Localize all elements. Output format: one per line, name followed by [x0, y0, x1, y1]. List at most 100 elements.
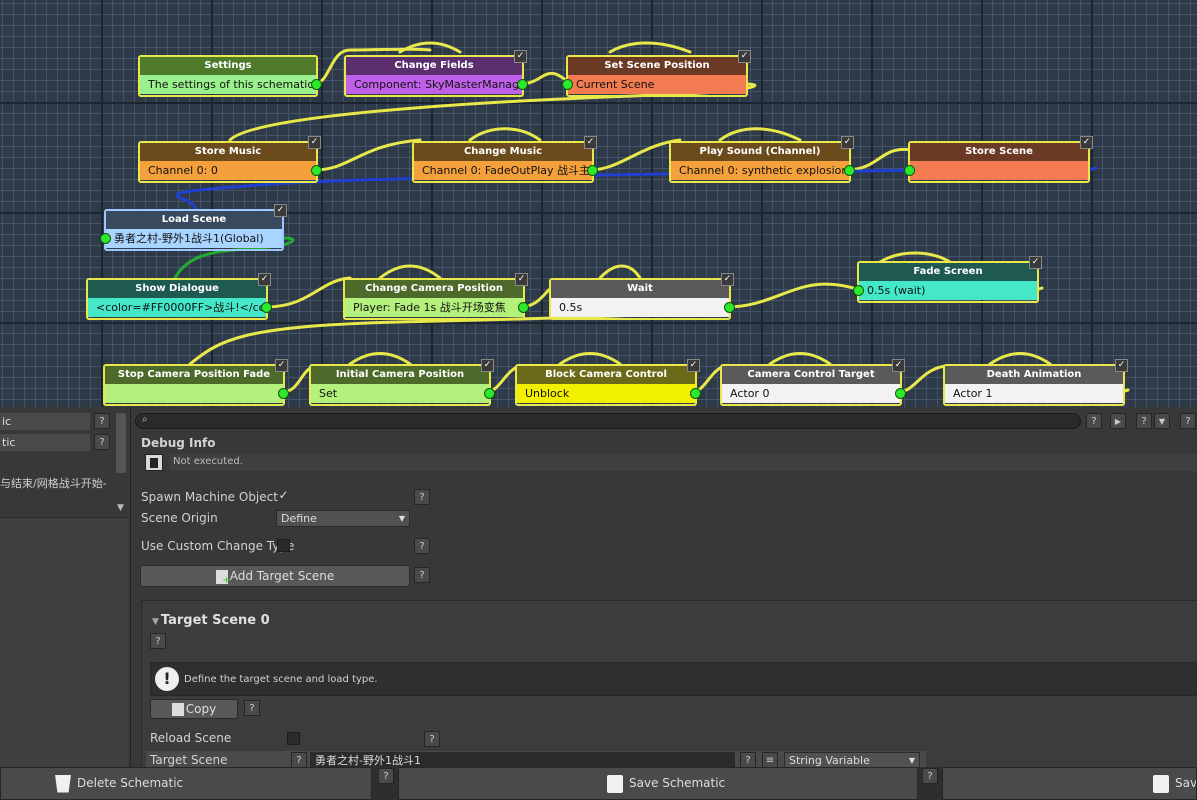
- enabled-check-icon[interactable]: ✓: [687, 359, 700, 372]
- help-button[interactable]: ?: [94, 434, 110, 450]
- scene-origin-label: Scene Origin: [141, 511, 218, 525]
- node-settings[interactable]: Settings The settings of this schematic.: [138, 55, 322, 97]
- target-scene-heading[interactable]: ▼ Target Scene 0: [152, 613, 270, 628]
- reload-scene-checkbox[interactable]: [287, 732, 300, 745]
- delete-schematic-button[interactable]: Delete Schematic: [0, 767, 372, 800]
- search-input[interactable]: ⌕: [135, 413, 1081, 429]
- node-play-sound[interactable]: Play Sound (Channel) Channel 0: synthetic…: [669, 136, 855, 183]
- list-icon[interactable]: ≡: [762, 752, 778, 768]
- node-fade-screen[interactable]: Fade Screen 0.5s (wait) ✓: [853, 256, 1042, 303]
- node-load-scene[interactable]: Load Scene 勇者之村-野外1战斗1(Global) ✓: [100, 204, 287, 251]
- wire-target-top: [768, 352, 832, 366]
- node-show-dialogue[interactable]: Show Dialogue <color=#FF0000FF>战斗!</col ✓: [86, 273, 272, 320]
- schematic-graph-canvas[interactable]: Settings The settings of this schematic. C…: [0, 0, 1197, 407]
- play-icon[interactable]: ▶: [1110, 413, 1126, 429]
- dropdown-icon[interactable]: ▼: [1154, 413, 1170, 429]
- enabled-check-icon[interactable]: ✓: [584, 136, 597, 149]
- node-store-music[interactable]: Store Music Channel 0: 0 ✓: [138, 136, 322, 183]
- help-button[interactable]: ?: [1136, 413, 1152, 429]
- enabled-check-icon[interactable]: ✓: [721, 273, 734, 286]
- node-store-scene[interactable]: Store Scene ✓: [904, 136, 1093, 183]
- enabled-check-icon[interactable]: ✓: [1115, 359, 1128, 372]
- output-port[interactable]: [311, 165, 322, 176]
- node-change-fields[interactable]: Change Fields Component: SkyMasterManag ✓: [344, 50, 528, 97]
- input-port[interactable]: [562, 79, 573, 90]
- use-custom-change-type-checkbox[interactable]: [277, 539, 290, 552]
- spawn-machine-object-checkbox[interactable]: ✓: [277, 489, 290, 503]
- enabled-check-icon[interactable]: ✓: [258, 273, 271, 286]
- enabled-check-icon[interactable]: ✓: [738, 50, 751, 63]
- enabled-check-icon[interactable]: ✓: [275, 359, 288, 372]
- help-button[interactable]: ?: [150, 633, 166, 649]
- output-port[interactable]: [517, 79, 528, 90]
- output-port[interactable]: [484, 388, 495, 399]
- node-change-music[interactable]: Change Music Channel 0: FadeOutPlay 战斗主 ✓: [412, 136, 598, 183]
- node-stop-camera-position-fade[interactable]: Stop Camera Position Fade ✓: [103, 359, 289, 406]
- node-set-scene-position[interactable]: Set Scene Position Current Scene ✓: [562, 50, 751, 97]
- chevron-down-icon[interactable]: ▼: [117, 503, 124, 513]
- output-port[interactable]: [844, 165, 855, 176]
- scene-origin-dropdown[interactable]: Define ▼: [276, 510, 410, 527]
- enabled-check-icon[interactable]: ✓: [481, 359, 494, 372]
- node-value: 勇者之村-野外1战斗1(Global): [106, 229, 282, 248]
- enabled-check-icon[interactable]: ✓: [515, 273, 528, 286]
- output-port[interactable]: [587, 165, 598, 176]
- node-title: Set Scene Position: [568, 57, 746, 75]
- enabled-check-icon[interactable]: ✓: [274, 204, 287, 217]
- status-field: Not executed.: [169, 454, 1197, 471]
- list-item[interactable]: ic: [0, 413, 90, 430]
- help-button[interactable]: ?: [1180, 413, 1196, 429]
- output-port[interactable]: [724, 302, 735, 313]
- wire-play-sound-top: [718, 127, 802, 142]
- help-button[interactable]: ?: [378, 768, 394, 784]
- help-button[interactable]: ?: [94, 413, 110, 429]
- status-text: Not executed.: [173, 456, 243, 467]
- node-value: Current Scene: [568, 75, 746, 94]
- output-port[interactable]: [311, 79, 322, 90]
- input-port[interactable]: [100, 233, 111, 244]
- help-button[interactable]: ?: [244, 700, 260, 716]
- node-initial-camera-position[interactable]: Initial Camera Position Set ✓: [309, 359, 495, 406]
- help-button[interactable]: ?: [922, 768, 938, 784]
- node-death-animation[interactable]: Death Animation Actor 1 ✓: [943, 359, 1128, 406]
- output-port[interactable]: [690, 388, 701, 399]
- help-button[interactable]: ?: [414, 489, 430, 505]
- help-button[interactable]: ?: [1086, 413, 1102, 429]
- node-title: Block Camera Control: [517, 366, 695, 384]
- list-item[interactable]: tic: [0, 434, 90, 451]
- help-button[interactable]: ?: [740, 752, 756, 768]
- output-port[interactable]: [895, 388, 906, 399]
- copy-button[interactable]: Copy: [150, 699, 238, 719]
- help-button[interactable]: ?: [414, 538, 430, 554]
- node-value: Channel 0: synthetic explosion: [671, 161, 849, 180]
- node-title: Initial Camera Position: [311, 366, 489, 384]
- output-port[interactable]: [261, 302, 272, 313]
- info-box: ! Define the target scene and load type.: [150, 662, 1197, 696]
- node-camera-control-target[interactable]: Camera Control Target Actor 0 ✓: [720, 359, 906, 406]
- output-port[interactable]: [278, 388, 289, 399]
- enabled-check-icon[interactable]: ✓: [892, 359, 905, 372]
- node-change-camera-position[interactable]: Change Camera Position Player: Fade 1s 战斗…: [343, 273, 529, 320]
- node-value: 0.5s: [551, 298, 729, 317]
- output-port[interactable]: [518, 302, 529, 313]
- enabled-check-icon[interactable]: ✓: [1029, 256, 1042, 269]
- scrollbar-thumb[interactable]: [116, 413, 126, 473]
- enabled-check-icon[interactable]: ✓: [308, 136, 321, 149]
- node-value: <color=#FF0000FF>战斗!</col: [88, 298, 266, 317]
- add-target-scene-button[interactable]: + Add Target Scene: [140, 565, 410, 587]
- input-port[interactable]: [853, 285, 864, 296]
- enabled-check-icon[interactable]: ✓: [514, 50, 527, 63]
- enabled-check-icon[interactable]: ✓: [841, 136, 854, 149]
- help-button[interactable]: ?: [424, 731, 440, 747]
- save-schematic-button[interactable]: Save Schematic: [398, 767, 918, 800]
- enabled-check-icon[interactable]: ✓: [1080, 136, 1093, 149]
- input-port[interactable]: [904, 165, 915, 176]
- help-button[interactable]: ?: [414, 567, 430, 583]
- save-schematic-button-2[interactable]: Sav: [942, 767, 1197, 800]
- chevron-down-icon: ▼: [908, 756, 915, 765]
- wire-death-top: [988, 352, 1052, 366]
- node-block-camera-control[interactable]: Block Camera Control Unblock ✓: [515, 359, 701, 406]
- node-wait[interactable]: Wait 0.5s ✓: [549, 273, 735, 320]
- node-title: Settings: [140, 57, 316, 75]
- help-button[interactable]: ?: [291, 752, 307, 768]
